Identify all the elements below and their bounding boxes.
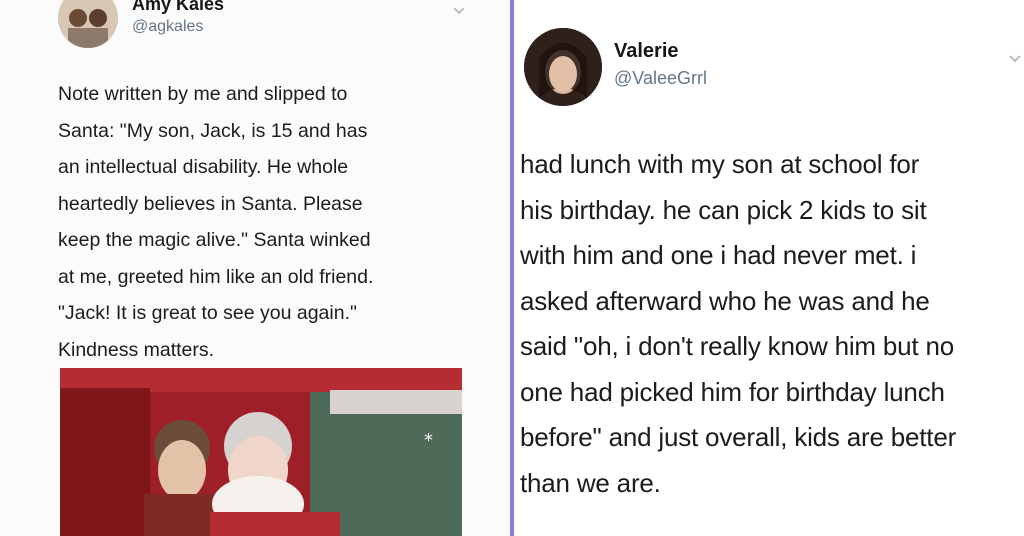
profile-photo-icon [524, 28, 602, 106]
tweet-line: with him and one i had never met. i [520, 240, 917, 270]
left-tweet-card: Amy Kales @agkales Note written by me an… [0, 0, 510, 536]
tweet-line: Note written by me and slipped to [58, 83, 348, 105]
tweet-line: than we are. [520, 467, 661, 498]
author-name[interactable]: Valerie [614, 40, 679, 63]
tweet-photo[interactable]: * [60, 368, 462, 536]
profile-photo-icon [58, 0, 118, 48]
tweet-text: had lunch with my son at school for his … [520, 142, 1020, 506]
tweet-line: heartedly believes in Santa. Please [58, 192, 363, 215]
svg-text:*: * [424, 430, 433, 451]
tweet-line: one had picked him for birthday lunch [520, 376, 945, 407]
santa-photo-image: * [60, 368, 462, 536]
tweet-line: "Jack! It is great to see you again." [58, 302, 357, 324]
valerie-avatar[interactable] [524, 28, 602, 106]
tweet-line: an intellectual disability. He whole [58, 156, 349, 178]
author-name[interactable]: Amy Kales [132, 0, 224, 15]
snowflake-icon: * [424, 430, 433, 451]
chevron-down-icon[interactable] [1008, 54, 1022, 64]
tweet-line: before" and just overall, kids are bette… [520, 422, 957, 452]
tweet-line: his birthday. he can pick 2 kids to sit [520, 194, 927, 225]
tweet-line: had lunch with my son at school for [520, 149, 920, 179]
right-tweet-card: Valerie @ValeeGrrl had lunch with my son… [514, 0, 1024, 536]
chevron-down-icon[interactable] [452, 6, 466, 16]
tweet-line: said "oh, i don't really know him but no [520, 331, 954, 361]
tweet-line: at me, greeted him like an old friend. [58, 265, 374, 288]
tweet-text: Note written by me and slipped to Santa:… [58, 76, 468, 368]
tweet-line: keep the magic alive." Santa winked [58, 229, 371, 251]
amy-kales-avatar[interactable] [58, 0, 118, 48]
author-handle[interactable]: @ValeeGrrl [614, 68, 707, 89]
tweet-line: Santa: "My son, Jack, is 15 and has [58, 119, 368, 142]
tweet-line: asked afterward who he was and he [520, 285, 930, 316]
tweet-line: Kindness matters. [58, 338, 215, 361]
author-handle[interactable]: @agkales [132, 18, 203, 36]
